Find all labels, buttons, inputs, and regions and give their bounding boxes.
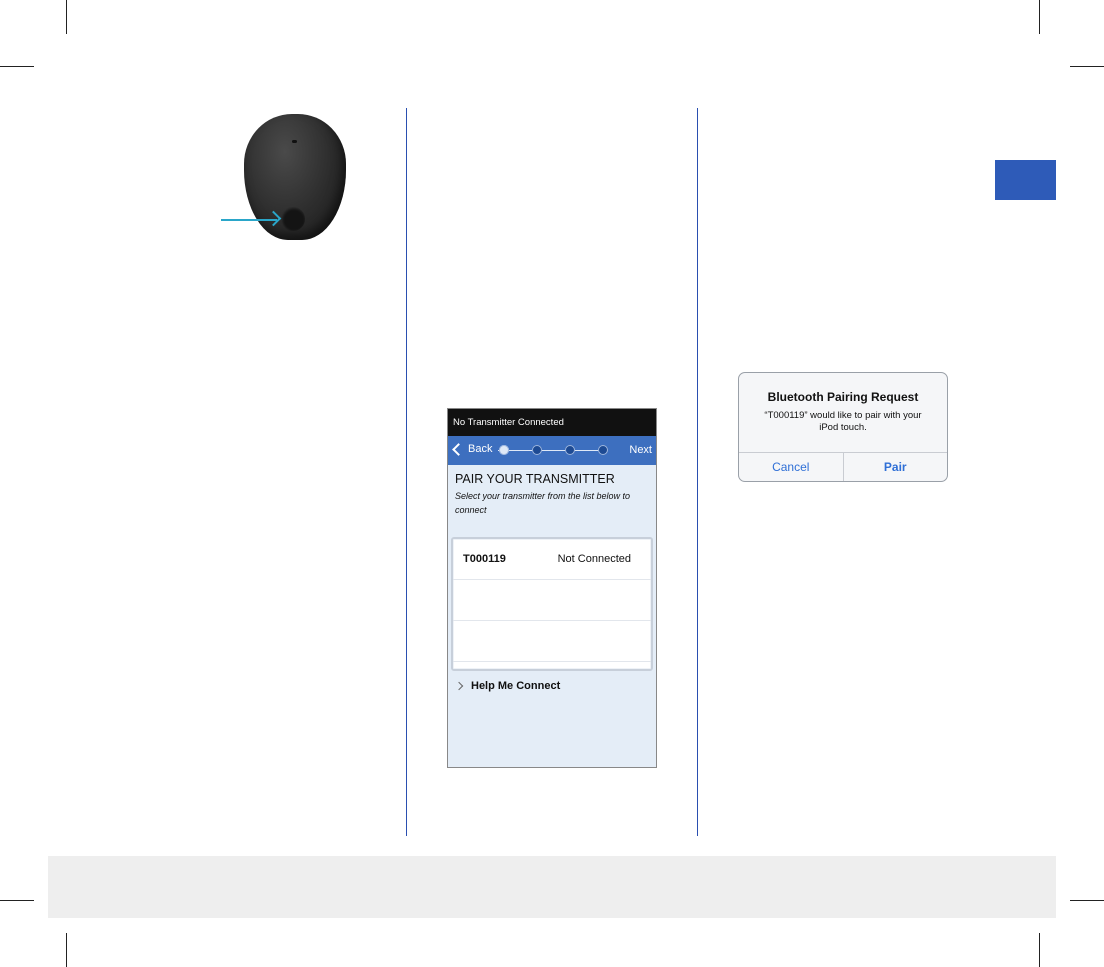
bluetooth-pairing-dialog: Bluetooth Pairing Request “T000119” woul… bbox=[738, 372, 948, 482]
transmitter-button bbox=[281, 207, 305, 231]
chevron-right-icon bbox=[454, 681, 464, 691]
dialog-title: Bluetooth Pairing Request bbox=[767, 390, 919, 404]
help-label: Help Me Connect bbox=[471, 680, 561, 692]
progress-track bbox=[498, 450, 604, 451]
crop-mark bbox=[0, 66, 34, 67]
help-link[interactable]: Help Me Connect bbox=[454, 680, 656, 692]
dialog-message: “T000119” would like to pair with your i… bbox=[764, 410, 922, 433]
column-divider bbox=[406, 108, 407, 836]
progress-dot bbox=[499, 445, 509, 455]
page-subtitle: Select your transmitter from the list be… bbox=[455, 491, 631, 515]
crop-mark bbox=[1070, 66, 1104, 67]
transmitter-device-icon bbox=[244, 114, 346, 240]
progress-dot bbox=[532, 445, 542, 455]
list-item[interactable]: T000119 Not Connected bbox=[453, 539, 651, 580]
crop-mark bbox=[0, 900, 34, 901]
column-divider bbox=[697, 108, 698, 836]
dialog-buttons: Cancel Pair bbox=[739, 452, 947, 481]
list-item-empty bbox=[453, 621, 651, 662]
transmitter-list: T000119 Not Connected bbox=[451, 537, 653, 671]
connection-status: Not Connected bbox=[557, 553, 631, 565]
crop-mark bbox=[1070, 900, 1104, 901]
next-button[interactable]: Next bbox=[629, 444, 652, 456]
back-button[interactable]: Back bbox=[452, 443, 493, 456]
back-label: Back bbox=[468, 443, 493, 455]
crop-mark bbox=[66, 933, 67, 967]
phone-screen: No Transmitter Connected Back Next PAIR … bbox=[447, 408, 657, 768]
cancel-button[interactable]: Cancel bbox=[739, 453, 843, 481]
progress-dot bbox=[565, 445, 575, 455]
progress-dot bbox=[598, 445, 608, 455]
chevron-left-icon bbox=[452, 443, 465, 456]
nav-bar: Back Next bbox=[448, 436, 656, 465]
pair-button[interactable]: Pair bbox=[842, 453, 948, 481]
crop-mark bbox=[66, 0, 67, 34]
transmitter-indicator bbox=[292, 140, 297, 143]
footer-band bbox=[48, 856, 1056, 918]
transmitter-id: T000119 bbox=[463, 553, 506, 565]
status-bar: No Transmitter Connected bbox=[448, 409, 656, 436]
crop-mark bbox=[1039, 933, 1040, 967]
list-item-empty bbox=[453, 580, 651, 621]
section-tab-marker bbox=[995, 160, 1056, 200]
crop-mark bbox=[1039, 0, 1040, 34]
page-title: PAIR YOUR TRANSMITTER bbox=[455, 472, 615, 486]
